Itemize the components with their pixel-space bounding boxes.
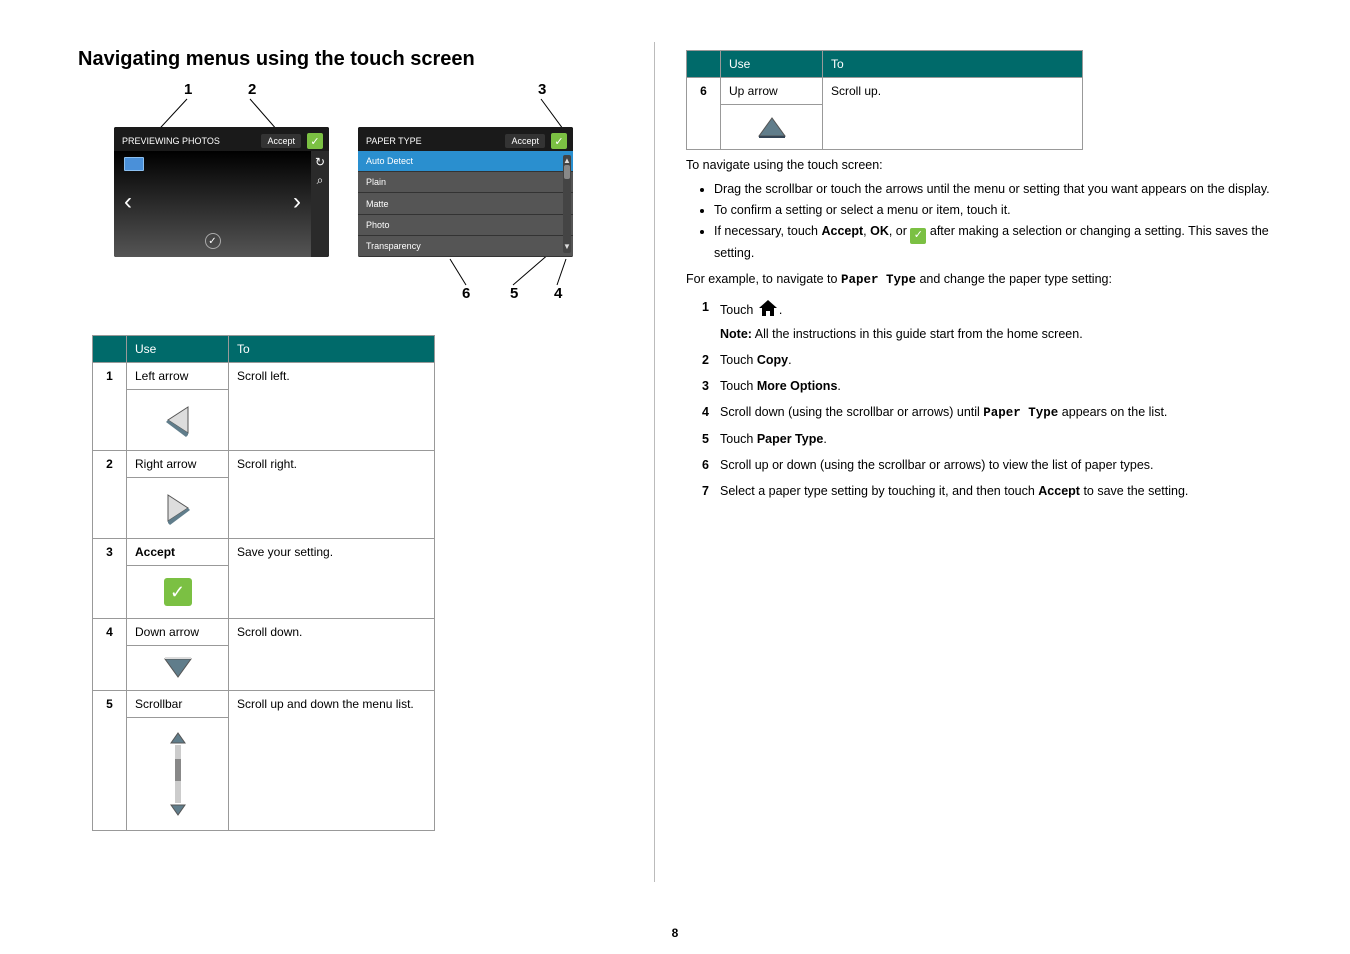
photo-thumbnail-icon bbox=[124, 157, 144, 171]
row-to: Scroll left. bbox=[229, 363, 435, 451]
controls-table-2: Use To 6 Up arrow Scroll up. bbox=[686, 50, 1083, 150]
step-1: Touch . Note: All the instructions in th… bbox=[702, 298, 1276, 343]
screen1-accept-button[interactable]: Accept bbox=[261, 134, 301, 148]
screen2-accept-button[interactable]: Accept bbox=[505, 134, 545, 148]
column-divider bbox=[654, 42, 655, 882]
row-use: Right arrow bbox=[127, 451, 229, 478]
row-to: Scroll right. bbox=[229, 451, 435, 539]
row-num: 3 bbox=[93, 539, 127, 619]
row-use: Accept bbox=[127, 539, 229, 566]
scrollbar[interactable]: ▲ ▼ bbox=[563, 155, 571, 253]
left-arrow-cell bbox=[127, 390, 229, 451]
step-6: Scroll up or down (using the scrollbar o… bbox=[702, 456, 1276, 474]
list-item[interactable]: Auto Detect bbox=[358, 151, 573, 172]
table-header-blank bbox=[93, 336, 127, 363]
scrollbar-cell bbox=[127, 718, 229, 831]
callout-2: 2 bbox=[248, 81, 256, 98]
page-number: 8 bbox=[0, 926, 1350, 940]
row-num: 5 bbox=[93, 691, 127, 831]
row-use: Up arrow bbox=[721, 78, 823, 105]
accept-cell: ✓ bbox=[127, 566, 229, 619]
row-to: Scroll down. bbox=[229, 619, 435, 691]
step-4: Scroll down (using the scrollbar or arro… bbox=[702, 403, 1276, 422]
up-arrow-cell bbox=[721, 105, 823, 150]
screen-paper-type: PAPER TYPE Accept ✓ Auto Detect Plain Ma… bbox=[358, 127, 573, 257]
example-line: For example, to navigate to Paper Type a… bbox=[686, 270, 1276, 289]
diagram-area: 1 2 3 4 5 6 PREVIEWING PHOTOS Accept ✓ ↻… bbox=[90, 75, 600, 305]
table-header-to: To bbox=[229, 336, 435, 363]
list-item[interactable]: Photo bbox=[358, 215, 573, 236]
screen-previewing-photos: PREVIEWING PHOTOS Accept ✓ ↻ ⌕ ‹ › ✓ bbox=[114, 127, 329, 257]
screen2-list: Auto Detect Plain Matte Photo Transparen… bbox=[358, 151, 573, 257]
row-to: Scroll up. bbox=[823, 78, 1083, 150]
scrollbar-thumb[interactable] bbox=[564, 165, 570, 179]
down-arrow-cell bbox=[127, 646, 229, 691]
row-use: Scrollbar bbox=[127, 691, 229, 718]
right-arrow-icon bbox=[164, 491, 192, 525]
check-icon[interactable]: ✓ bbox=[551, 133, 567, 149]
callout-4: 4 bbox=[554, 285, 562, 302]
row-to: Save your setting. bbox=[229, 539, 435, 619]
check-icon[interactable]: ✓ bbox=[307, 133, 323, 149]
check-icon: ✓ bbox=[910, 228, 926, 244]
step-5: Touch Paper Type. bbox=[702, 430, 1276, 448]
row-to: Scroll up and down the menu list. bbox=[229, 691, 435, 831]
row-num: 6 bbox=[687, 78, 721, 150]
down-arrow-icon[interactable]: ▼ bbox=[563, 243, 571, 251]
bullet: Drag the scrollbar or touch the arrows u… bbox=[714, 180, 1276, 198]
screen2-title: PAPER TYPE bbox=[366, 136, 422, 146]
left-arrow-icon[interactable]: ‹ bbox=[124, 188, 132, 216]
down-arrow-icon bbox=[161, 655, 195, 681]
bullet: To confirm a setting or select a menu or… bbox=[714, 201, 1276, 219]
home-icon bbox=[757, 298, 779, 318]
callout-5: 5 bbox=[510, 285, 518, 302]
right-arrow-icon[interactable]: › bbox=[293, 188, 301, 216]
table-header-blank bbox=[687, 51, 721, 78]
step-2: Touch Copy. bbox=[702, 351, 1276, 369]
list-item[interactable]: Plain bbox=[358, 172, 573, 193]
row-num: 2 bbox=[93, 451, 127, 539]
callout-3: 3 bbox=[538, 81, 546, 98]
instruction-text: To navigate using the touch screen: Drag… bbox=[686, 150, 1276, 509]
right-arrow-cell bbox=[127, 478, 229, 539]
controls-table-1: Use To 1 Left arrow Scroll left. 2 Right… bbox=[92, 335, 435, 831]
table-header-to: To bbox=[823, 51, 1083, 78]
page-title: Navigating menus using the touch screen bbox=[78, 48, 475, 71]
scrollbar-icon bbox=[170, 731, 186, 817]
table-header-use: Use bbox=[721, 51, 823, 78]
up-arrow-icon[interactable]: ▲ bbox=[563, 157, 571, 165]
up-arrow-icon bbox=[755, 114, 789, 140]
ok-dot-icon[interactable]: ✓ bbox=[205, 233, 221, 249]
row-num: 1 bbox=[93, 363, 127, 451]
step-3: Touch More Options. bbox=[702, 377, 1276, 395]
refresh-icon[interactable]: ↻ bbox=[313, 155, 327, 169]
list-item[interactable]: Matte bbox=[358, 193, 573, 214]
bullet: If necessary, touch Accept, OK, or ✓ aft… bbox=[714, 222, 1276, 262]
check-icon: ✓ bbox=[164, 578, 192, 606]
list-item[interactable]: Transparency bbox=[358, 236, 573, 257]
callout-6: 6 bbox=[462, 285, 470, 302]
left-arrow-icon bbox=[164, 403, 192, 437]
step-7: Select a paper type setting by touching … bbox=[702, 482, 1276, 500]
callout-1: 1 bbox=[184, 81, 192, 98]
screen1-sidebar: ↻ ⌕ bbox=[311, 151, 329, 257]
intro-line: To navigate using the touch screen: bbox=[686, 156, 1276, 174]
screen1-title: PREVIEWING PHOTOS bbox=[122, 136, 220, 146]
row-use: Down arrow bbox=[127, 619, 229, 646]
table-header-use: Use bbox=[127, 336, 229, 363]
row-num: 4 bbox=[93, 619, 127, 691]
row-use: Left arrow bbox=[127, 363, 229, 390]
screen1-body: ‹ › ✓ bbox=[114, 151, 311, 257]
search-icon[interactable]: ⌕ bbox=[313, 173, 327, 187]
